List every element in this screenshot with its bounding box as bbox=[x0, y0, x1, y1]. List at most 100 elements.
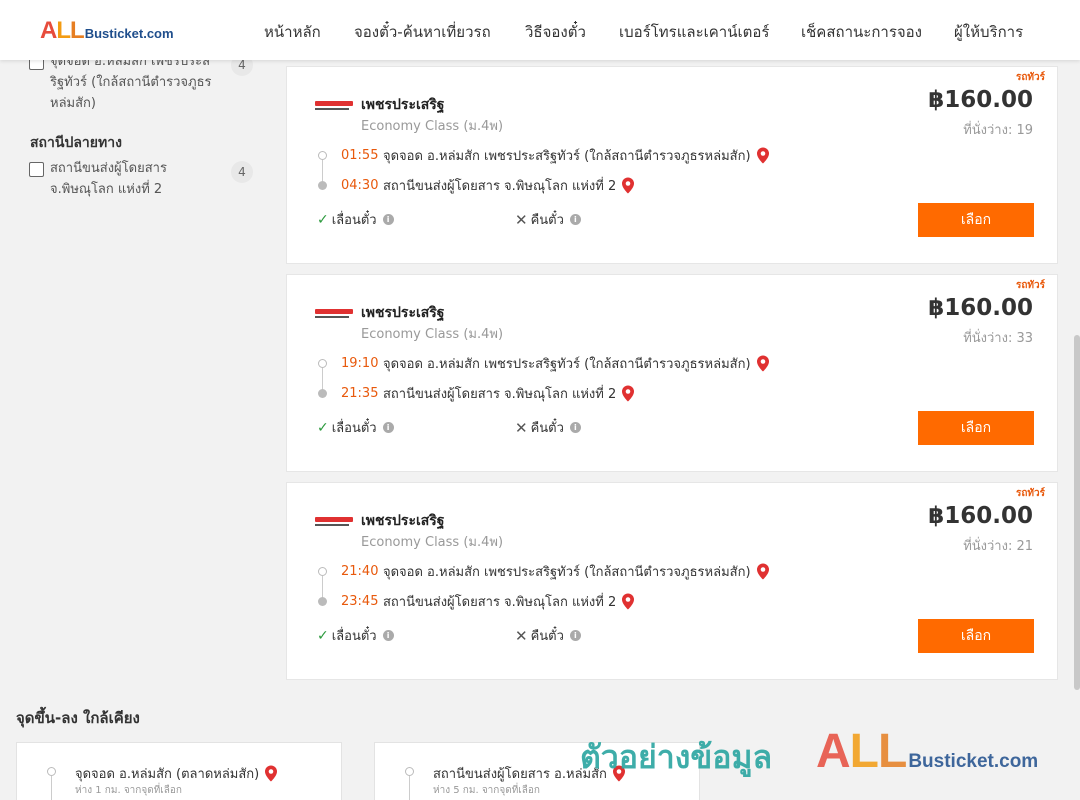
arrival-place: สถานีขนส่งผู้โดยสาร จ.พิษณุโลก แห่งที่ 2 bbox=[383, 595, 617, 610]
cross-icon: ✕ bbox=[515, 626, 528, 645]
refund-feature: ✕ คืนตั๋ว i bbox=[515, 417, 581, 438]
seats-available: ที่นั่งว่าง: 19 bbox=[963, 123, 1033, 138]
nav-how-to-book[interactable]: วิธีจองตั๋ว bbox=[525, 20, 586, 44]
departure-place: จุดจอด อ.หล่มสัก เพชรประสริฐทัวร์ (ใกล้ส… bbox=[383, 565, 751, 580]
nearby-stop-distance: ห่าง 5 กม. จากจุดที่เลือก bbox=[433, 785, 540, 796]
departure-stop: 21:40 จุดจอด อ.หล่มสัก เพชรประสริฐทัวร์ … bbox=[341, 561, 770, 582]
info-icon[interactable]: i bbox=[569, 422, 581, 433]
info-icon[interactable]: i bbox=[382, 214, 394, 225]
map-pin-icon[interactable] bbox=[621, 385, 635, 402]
refund-feature: ✕ คืนตั๋ว i bbox=[515, 209, 581, 230]
nav-contact-counters[interactable]: เบอร์โทรและเคาน์เตอร์ bbox=[619, 20, 769, 44]
arrival-time: 21:35 bbox=[341, 386, 379, 401]
cross-icon: ✕ bbox=[515, 418, 528, 437]
trip-card: รถทัวร์ เพชรประเสริฐ Economy Class (ม.4พ… bbox=[286, 274, 1058, 472]
operator-logo bbox=[315, 309, 353, 321]
destination-filter-checkbox[interactable] bbox=[29, 162, 44, 177]
reschedule-label: เลื่อนตั๋ว bbox=[331, 421, 377, 436]
ticket-price: ฿160.00 bbox=[928, 503, 1033, 529]
departure-time: 01:55 bbox=[341, 148, 379, 163]
site-logo[interactable]: ALL Busticket.com bbox=[40, 17, 174, 45]
ticket-price: ฿160.00 bbox=[928, 87, 1033, 113]
nav-operators[interactable]: ผู้ให้บริการ bbox=[954, 20, 1023, 44]
origin-label-line3: หล่มสัก) bbox=[50, 96, 96, 111]
refund-label: คืนตั๋ว bbox=[530, 213, 564, 228]
route-timeline bbox=[47, 767, 57, 800]
destination-label-line1: สถานีขนส่งผู้โดยสาร bbox=[50, 161, 167, 176]
watermark-logo-all: ALL bbox=[816, 725, 907, 778]
operator-name: เพชรประเสริฐ bbox=[361, 305, 445, 321]
nav-home[interactable]: หน้าหลัก bbox=[264, 20, 321, 44]
seats-available: ที่นั่งว่าง: 33 bbox=[963, 331, 1033, 346]
operator-name: เพชรประเสริฐ bbox=[361, 97, 445, 113]
watermark-logo: ALL Busticket.com bbox=[816, 724, 1038, 779]
nearby-stop-name: จุดจอด อ.หล่มสัก (ตลาดหล่มสัก) bbox=[75, 763, 278, 784]
map-pin-icon[interactable] bbox=[264, 765, 278, 782]
nearby-stop-name-text: จุดจอด อ.หล่มสัก (ตลาดหล่มสัก) bbox=[75, 767, 260, 782]
arrival-stop: 23:45 สถานีขนส่งผู้โดยสาร จ.พิษณุโลก แห่… bbox=[341, 591, 635, 612]
route-timeline bbox=[317, 151, 329, 190]
logo-all-text: ALL bbox=[40, 17, 85, 44]
refund-label: คืนตั๋ว bbox=[530, 629, 564, 644]
bus-type-tag: รถทัวร์ bbox=[1015, 280, 1045, 291]
destination-filter-count: 4 bbox=[231, 161, 253, 183]
route-timeline bbox=[317, 567, 329, 606]
route-timeline bbox=[405, 767, 415, 800]
check-icon: ✓ bbox=[317, 419, 329, 436]
info-icon[interactable]: i bbox=[569, 630, 581, 641]
bus-type-tag: รถทัวร์ bbox=[1015, 488, 1045, 499]
select-trip-button[interactable]: เลือก bbox=[918, 411, 1034, 445]
origin-filter-label: จุดจอด อ.หล่มสัก เพชรประส ริฐทัวร์ (ใกล้… bbox=[50, 51, 212, 114]
sample-data-watermark: ตัวอย่างข้อมูล bbox=[580, 738, 773, 776]
top-navigation-bar: ALL Busticket.com หน้าหลัก จองตั๋ว-ค้นหา… bbox=[0, 0, 1080, 60]
map-pin-icon[interactable] bbox=[621, 177, 635, 194]
departure-stop: 01:55 จุดจอด อ.หล่มสัก เพชรประสริฐทัวร์ … bbox=[341, 145, 770, 166]
arrival-stop: 04:30 สถานีขนส่งผู้โดยสาร จ.พิษณุโลก แห่… bbox=[341, 175, 635, 196]
destination-filter-label: สถานีขนส่งผู้โดยสาร จ.พิษณุโลก แห่งที่ 2 bbox=[50, 158, 167, 200]
nearby-stop-card[interactable]: จุดจอด อ.หล่มสัก (ตลาดหล่มสัก) ห่าง 1 กม… bbox=[16, 742, 342, 800]
info-icon[interactable]: i bbox=[569, 214, 581, 225]
check-icon: ✓ bbox=[317, 627, 329, 644]
arrival-stop: 21:35 สถานีขนส่งผู้โดยสาร จ.พิษณุโลก แห่… bbox=[341, 383, 635, 404]
trip-card: รถทัวร์ เพชรประเสริฐ Economy Class (ม.4พ… bbox=[286, 482, 1058, 680]
destination-filter-heading: สถานีปลายทาง bbox=[30, 135, 122, 151]
reschedule-feature: ✓ เลื่อนตั๋ว i bbox=[317, 625, 394, 646]
map-pin-icon[interactable] bbox=[756, 355, 770, 372]
reschedule-label: เลื่อนตั๋ว bbox=[331, 629, 377, 644]
reschedule-feature: ✓ เลื่อนตั๋ว i bbox=[317, 417, 394, 438]
bus-class: Economy Class (ม.4พ) bbox=[361, 119, 504, 134]
reschedule-label: เลื่อนตั๋ว bbox=[331, 213, 377, 228]
trip-card: รถทัวร์ เพชรประเสริฐ Economy Class (ม.4พ… bbox=[286, 66, 1058, 264]
departure-place: จุดจอด อ.หล่มสัก เพชรประสริฐทัวร์ (ใกล้ส… bbox=[383, 149, 751, 164]
info-icon[interactable]: i bbox=[382, 630, 394, 641]
arrival-place: สถานีขนส่งผู้โดยสาร จ.พิษณุโลก แห่งที่ 2 bbox=[383, 387, 617, 402]
cross-icon: ✕ bbox=[515, 210, 528, 229]
nearby-stops-heading: จุดขึ้น-ลง ใกล้เคียง bbox=[16, 709, 140, 727]
watermark-logo-domain: Busticket.com bbox=[908, 751, 1039, 772]
arrival-time: 23:45 bbox=[341, 594, 379, 609]
destination-label-line2: จ.พิษณุโลก แห่งที่ 2 bbox=[50, 182, 163, 197]
nearby-stop-distance: ห่าง 1 กม. จากจุดที่เลือก bbox=[75, 785, 182, 796]
departure-place: จุดจอด อ.หล่มสัก เพชรประสริฐทัวร์ (ใกล้ส… bbox=[383, 357, 751, 372]
logo-domain-text: Busticket.com bbox=[84, 26, 174, 41]
page-scrollbar[interactable] bbox=[1074, 335, 1080, 690]
nav-book-search[interactable]: จองตั๋ว-ค้นหาเที่ยวรถ bbox=[354, 20, 491, 44]
refund-feature: ✕ คืนตั๋ว i bbox=[515, 625, 581, 646]
bus-class: Economy Class (ม.4พ) bbox=[361, 535, 504, 550]
refund-label: คืนตั๋ว bbox=[530, 421, 564, 436]
select-trip-button[interactable]: เลือก bbox=[918, 203, 1034, 237]
departure-time: 21:40 bbox=[341, 564, 379, 579]
origin-label-line2: ริฐทัวร์ (ใกล้สถานีตำรวจภูธร bbox=[50, 75, 212, 90]
reschedule-feature: ✓ เลื่อนตั๋ว i bbox=[317, 209, 394, 230]
map-pin-icon[interactable] bbox=[621, 593, 635, 610]
select-trip-button[interactable]: เลือก bbox=[918, 619, 1034, 653]
operator-name: เพชรประเสริฐ bbox=[361, 513, 445, 529]
arrival-place: สถานีขนส่งผู้โดยสาร จ.พิษณุโลก แห่งที่ 2 bbox=[383, 179, 617, 194]
bus-class: Economy Class (ม.4พ) bbox=[361, 327, 504, 342]
map-pin-icon[interactable] bbox=[756, 147, 770, 164]
info-icon[interactable]: i bbox=[382, 422, 394, 433]
nav-check-booking[interactable]: เช็คสถานะการจอง bbox=[801, 20, 922, 44]
departure-stop: 19:10 จุดจอด อ.หล่มสัก เพชรประสริฐทัวร์ … bbox=[341, 353, 770, 374]
route-timeline bbox=[317, 359, 329, 398]
map-pin-icon[interactable] bbox=[756, 563, 770, 580]
